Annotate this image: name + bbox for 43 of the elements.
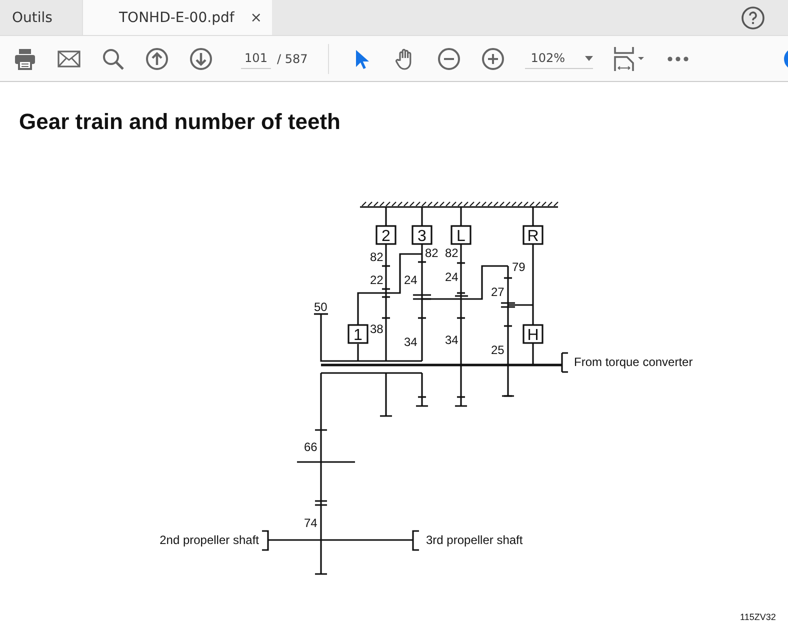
more-options-icon[interactable] xyxy=(666,56,689,62)
caret-icon xyxy=(584,56,593,60)
teeth-count-label: 82 xyxy=(425,246,438,260)
clutch-label: L xyxy=(456,228,466,245)
document-tab[interactable]: TONHD-E-00.pdf × xyxy=(83,0,272,35)
search-icon[interactable] xyxy=(101,46,125,70)
clutch-label: 1 xyxy=(354,327,362,344)
teeth-count-label: 50 xyxy=(314,300,328,314)
teeth-count-label: 22 xyxy=(370,273,384,287)
clutch-label: 2 xyxy=(382,228,390,245)
teeth-count-label: 27 xyxy=(491,285,504,299)
teeth-count-label: 24 xyxy=(404,273,418,287)
clutch-label: H xyxy=(527,327,539,344)
teeth-count-label: 82 xyxy=(445,246,458,260)
figure-code: 115ZV32 xyxy=(740,612,776,622)
next-page-icon[interactable] xyxy=(189,46,213,70)
shaft-label: 2nd propeller shaft xyxy=(160,533,259,547)
teeth-count-label: 82 xyxy=(370,250,384,264)
clutch-label: R xyxy=(527,228,539,245)
help-icon[interactable] xyxy=(741,6,765,30)
teeth-count-label: 38 xyxy=(370,322,384,336)
page-heading: Gear train and number of teeth xyxy=(18,108,342,136)
shaft-label: From torque converter xyxy=(574,355,693,369)
zoom-out-icon[interactable] xyxy=(436,46,461,70)
tab-label: TONHD-E-00.pdf xyxy=(119,10,234,26)
page-total: / 587 xyxy=(277,52,308,66)
fit-page-icon[interactable] xyxy=(612,46,647,72)
close-tab-button[interactable]: × xyxy=(250,10,262,26)
teeth-count-label: 25 xyxy=(491,343,504,357)
tab-label: Outils xyxy=(12,10,52,26)
shaft-label: 3rd propeller shaft xyxy=(426,533,523,547)
teeth-count-label: 79 xyxy=(512,260,526,274)
print-icon[interactable] xyxy=(13,46,37,70)
teeth-count-label: 74 xyxy=(304,516,318,530)
teeth-count-label: 34 xyxy=(404,335,418,349)
teeth-count-label: 66 xyxy=(304,440,318,454)
clutch-label: 3 xyxy=(418,228,426,245)
zoom-dropdown[interactable]: 102% xyxy=(524,48,593,69)
previous-page-icon[interactable] xyxy=(145,46,169,70)
zoom-in-icon[interactable] xyxy=(480,46,505,70)
teeth-count-label: 34 xyxy=(445,333,458,347)
teeth-count-label: 24 xyxy=(445,270,458,284)
page-number-field[interactable]: 101 xyxy=(241,48,271,69)
